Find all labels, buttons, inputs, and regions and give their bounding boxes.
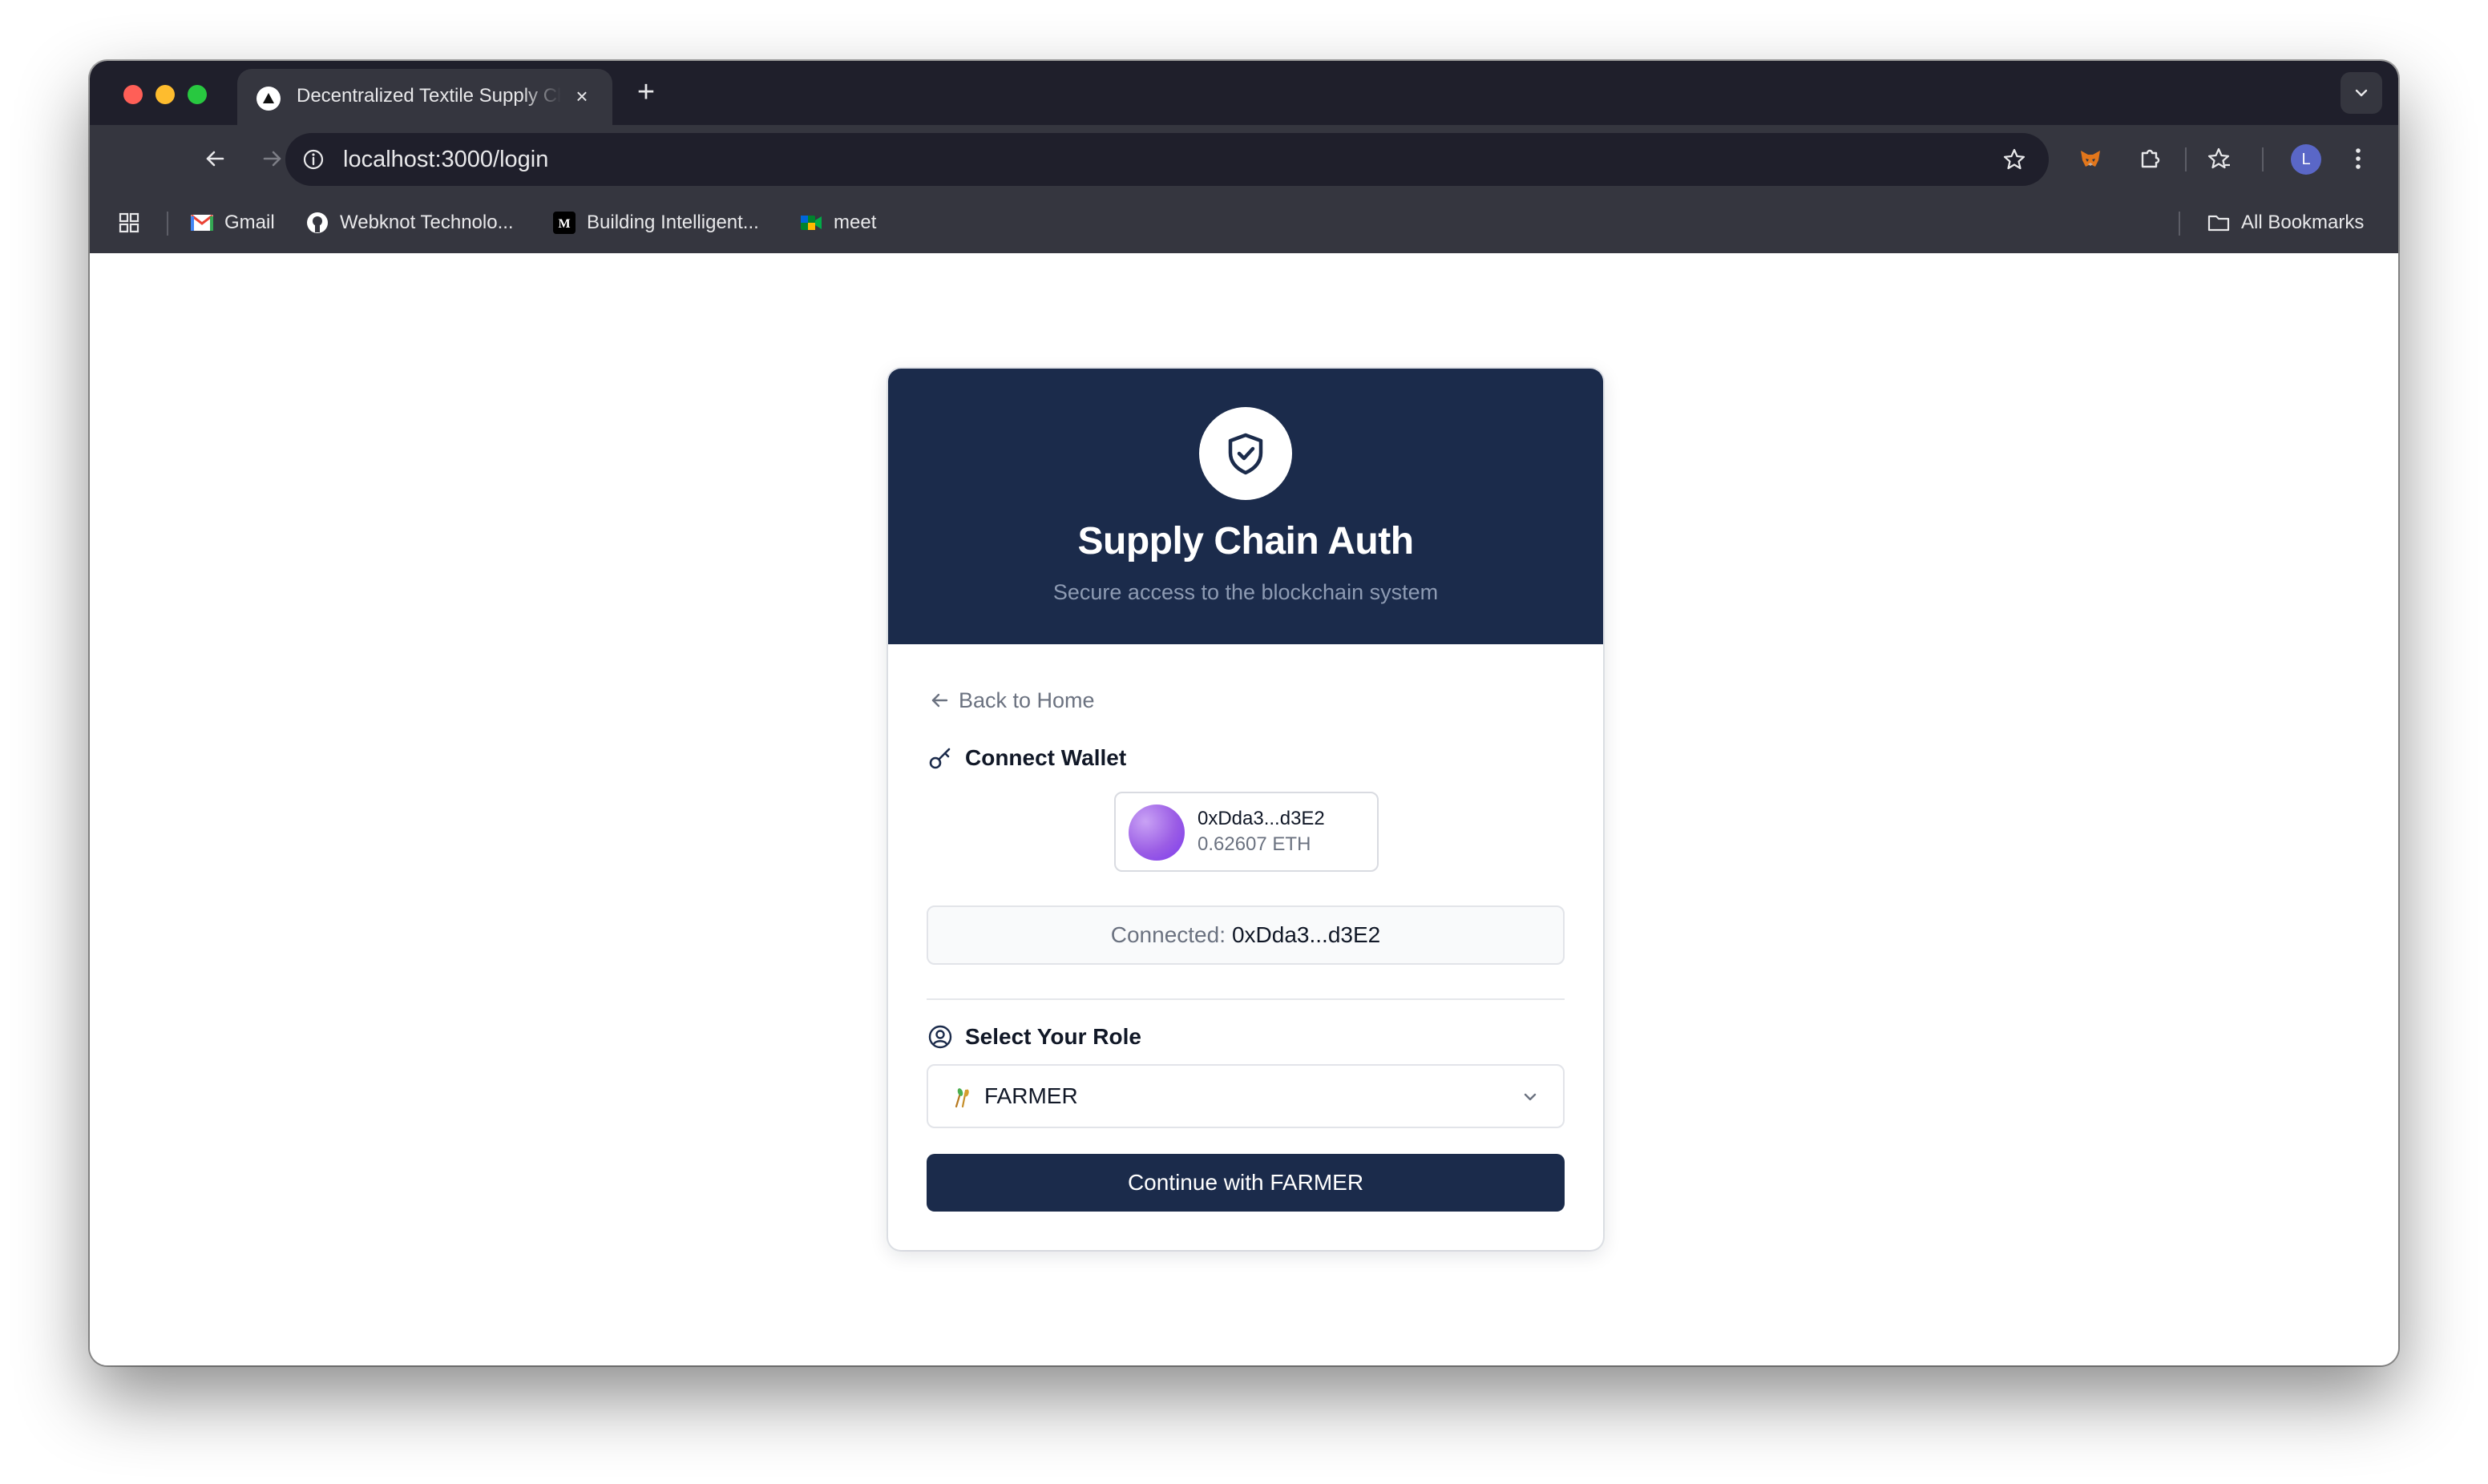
arrow-left-icon <box>927 688 952 713</box>
wallet-balance: 0.62607 ETH <box>1198 833 1311 855</box>
gmail-icon <box>189 210 215 236</box>
browser-window: Decentralized Textile Supply Chain × + <box>90 61 2398 1365</box>
auth-title: Supply Chain Auth <box>1077 520 1414 563</box>
profile-avatar[interactable]: L <box>2291 144 2321 175</box>
site-info-icon[interactable] <box>298 144 329 175</box>
all-bookmarks-label: All Bookmarks <box>2241 212 2365 233</box>
key-icon <box>927 744 954 772</box>
arrow-right-icon <box>263 151 281 167</box>
address-bar[interactable]: localhost:3000/login <box>285 133 2049 186</box>
toolbar-divider <box>2262 147 2264 171</box>
bookmark-label: meet <box>834 212 877 233</box>
reading-list-star-icon[interactable] <box>2201 141 2236 176</box>
connect-wallet-heading: Connect Wallet <box>927 742 1126 774</box>
role-select[interactable]: FARMER <box>927 1064 1565 1128</box>
auth-subtitle: Secure access to the blockchain system <box>1052 580 1439 604</box>
select-role-heading: Select Your Role <box>927 1021 1141 1053</box>
wheat-icon <box>947 1083 975 1111</box>
browser-tab-active[interactable]: Decentralized Textile Supply Chain × <box>237 69 612 125</box>
new-tab-button[interactable]: + <box>628 75 664 111</box>
maximize-window-button[interactable] <box>188 85 207 104</box>
tab-title: Decentralized Textile Supply Chain <box>297 85 561 107</box>
bookmark-star-icon[interactable] <box>1999 144 2030 175</box>
back-to-home-label: Back to Home <box>959 688 1095 712</box>
chevron-down-icon <box>1517 1083 1544 1111</box>
bookmark-label: Building Intelligent... <box>587 212 759 233</box>
bookmark-webknot[interactable]: Webknot Technolo... <box>305 208 514 237</box>
bookmark-building-intelligent[interactable]: M Building Intelligent... <box>551 208 759 237</box>
minimize-window-button[interactable] <box>156 85 175 104</box>
connected-address: 0xDda3...d3E2 <box>1231 922 1381 947</box>
wallet-account-button[interactable]: 0xDda3...d3E2 0.62607 ETH <box>1114 792 1379 872</box>
bookmark-label: Gmail <box>224 212 275 233</box>
continue-button[interactable]: Continue with FARMER <box>927 1154 1565 1212</box>
all-bookmarks-button[interactable]: All Bookmarks <box>2206 208 2364 237</box>
page-viewport: Supply Chain Auth Secure access to the b… <box>90 253 2398 1365</box>
chevron-down-icon <box>2355 89 2368 97</box>
apps-grid-icon[interactable] <box>117 208 141 237</box>
medium-icon: M <box>551 210 577 236</box>
back-to-home-link[interactable]: Back to Home <box>927 686 1095 715</box>
close-window-button[interactable] <box>123 85 143 104</box>
bookmarks-bar: Gmail Webknot Technolo... M Building Int… <box>90 192 2398 253</box>
connected-label: Connected: <box>1110 922 1226 947</box>
bookmark-meet[interactable]: meet <box>798 208 876 237</box>
wallet-address: 0xDda3...d3E2 <box>1198 808 1325 829</box>
browser-toolbar: localhost:3000/login L <box>90 125 2398 192</box>
folder-icon <box>2206 210 2232 236</box>
tab-favicon-icon <box>256 87 281 111</box>
connected-status: Connected: 0xDda3...d3E2 <box>927 905 1565 965</box>
auth-card-body: Back to Home Connect Wallet 0xDda3...d3E… <box>927 644 1565 1250</box>
tab-close-icon[interactable]: × <box>569 83 595 109</box>
svg-text:M: M <box>558 217 570 231</box>
arrow-left-icon <box>206 151 224 167</box>
user-circle-icon <box>927 1023 954 1050</box>
connect-wallet-label: Connect Wallet <box>965 745 1127 770</box>
auth-card-header: Supply Chain Auth Secure access to the b… <box>888 369 1603 644</box>
github-icon <box>305 210 330 236</box>
tab-search-button[interactable] <box>2341 72 2382 114</box>
tab-strip: Decentralized Textile Supply Chain × + <box>90 61 2398 125</box>
bookmarks-divider <box>2179 212 2180 236</box>
select-role-label: Select Your Role <box>965 1024 1141 1049</box>
wallet-avatar <box>1129 805 1185 861</box>
auth-card: Supply Chain Auth Secure access to the b… <box>888 369 1603 1250</box>
shield-check-icon <box>1228 433 1263 475</box>
bookmarks-divider <box>167 212 168 236</box>
url-text: localhost:3000/login <box>343 147 549 172</box>
bookmark-gmail[interactable]: Gmail <box>189 208 275 237</box>
back-nav-button[interactable] <box>197 141 232 176</box>
browser-menu-icon[interactable] <box>2341 141 2376 176</box>
toolbar-divider <box>2185 147 2187 171</box>
shield-badge <box>1199 407 1292 500</box>
google-meet-icon <box>798 210 824 236</box>
section-divider <box>927 998 1565 1000</box>
role-select-value: FARMER <box>984 1083 1078 1108</box>
bookmark-label: Webknot Technolo... <box>340 212 514 233</box>
metamask-extension-icon[interactable] <box>2073 141 2108 176</box>
extensions-puzzle-icon[interactable] <box>2132 141 2167 176</box>
